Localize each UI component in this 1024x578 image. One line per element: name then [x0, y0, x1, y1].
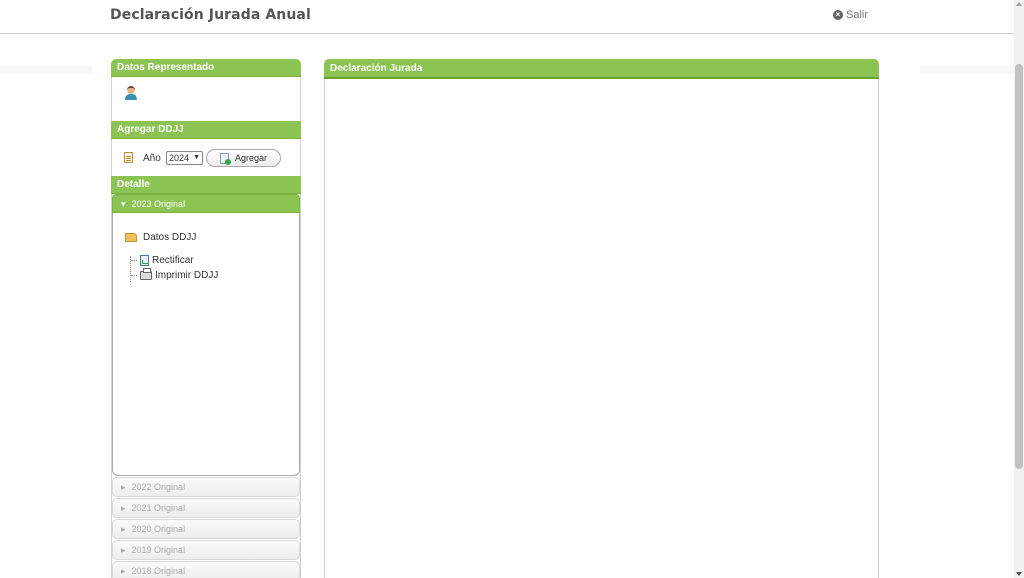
logout-label: Salir: [846, 9, 869, 21]
left-panel: Datos Representado Agregar DDJJ Año 2024…: [111, 59, 301, 578]
accordion-header-collapsed[interactable]: ▸ 2020 Original: [112, 519, 300, 539]
tree-item-label: Imprimir DDJJ: [155, 270, 219, 281]
scroll-up-icon[interactable]: [1016, 2, 1022, 6]
user-icon[interactable]: [124, 86, 138, 100]
caret-right-icon: ▸: [121, 566, 126, 576]
scrollbar-thumb[interactable]: [1015, 64, 1023, 469]
page-title: Declaración Jurada Anual: [110, 7, 311, 23]
right-panel-header: Declaración Jurada: [324, 59, 879, 79]
accordion-header-collapsed[interactable]: ▸ 2022 Original: [112, 477, 300, 497]
caret-right-icon: ▸: [121, 503, 126, 513]
accordion-label: 2020 Original: [131, 524, 186, 534]
year-select[interactable]: 2024 ▼: [166, 151, 203, 165]
year-select-value: 2024: [169, 153, 190, 163]
accordion-header-collapsed[interactable]: ▸ 2018 Original: [112, 561, 300, 578]
folder-open-icon: [125, 233, 137, 242]
represented-body: [111, 77, 301, 121]
page-scrollbar[interactable]: [1014, 0, 1024, 578]
scroll-down-icon[interactable]: [1016, 572, 1022, 576]
tree-root-label: Datos DDJJ: [143, 232, 197, 243]
accordion-header-active[interactable]: ▾ 2023 Original: [112, 194, 300, 213]
rectify-icon: [140, 255, 149, 266]
year-label: Año: [143, 153, 161, 164]
caret-right-icon: ▸: [121, 482, 126, 492]
detail-accordion: ▾ 2023 Original Datos DDJJ Rectificar Im…: [111, 194, 301, 578]
tree-root[interactable]: Datos DDJJ: [125, 232, 196, 243]
close-circle-icon: ×: [833, 10, 843, 20]
caret-right-icon: ▸: [121, 545, 126, 555]
tree-item-rectify[interactable]: Rectificar: [131, 255, 194, 266]
add-ddjj-body: Año 2024 ▼ Agregar: [111, 139, 301, 176]
caret-down-icon: ▾: [121, 199, 126, 209]
accordion-label: 2021 Original: [131, 503, 186, 513]
top-bar: Declaración Jurada Anual × Salir: [0, 0, 1014, 34]
printer-icon: [140, 268, 152, 280]
add-ddjj-header: Agregar DDJJ: [111, 121, 301, 139]
accordion-label: 2022 Original: [131, 482, 186, 492]
add-button-label: Agregar: [234, 153, 268, 163]
accordion-header-collapsed[interactable]: ▸ 2021 Original: [112, 498, 300, 518]
document-icon: [124, 152, 133, 163]
caret-right-icon: ▸: [121, 524, 126, 534]
add-button[interactable]: Agregar: [206, 149, 281, 167]
right-panel-body: [324, 79, 879, 578]
represented-header: Datos Representado: [111, 59, 301, 77]
logout-link[interactable]: × Salir: [833, 9, 868, 21]
accordion-label: 2019 Original: [131, 545, 186, 555]
detail-header: Detalle: [111, 176, 301, 194]
chevron-down-icon: ▼: [193, 154, 200, 161]
tree-item-label: Rectificar: [152, 255, 194, 266]
accordion-label: 2023 Original: [131, 199, 186, 209]
decorative-band-left: [0, 66, 92, 74]
accordion-body: Datos DDJJ Rectificar Imprimir DDJJ: [112, 213, 300, 476]
right-panel: Declaración Jurada: [324, 59, 879, 578]
tree-item-print[interactable]: Imprimir DDJJ: [131, 268, 219, 281]
accordion-label: 2018 Original: [131, 566, 186, 576]
accordion-header-collapsed[interactable]: ▸ 2019 Original: [112, 540, 300, 560]
add-document-icon: [219, 152, 231, 165]
decorative-band-right: [920, 66, 1014, 74]
